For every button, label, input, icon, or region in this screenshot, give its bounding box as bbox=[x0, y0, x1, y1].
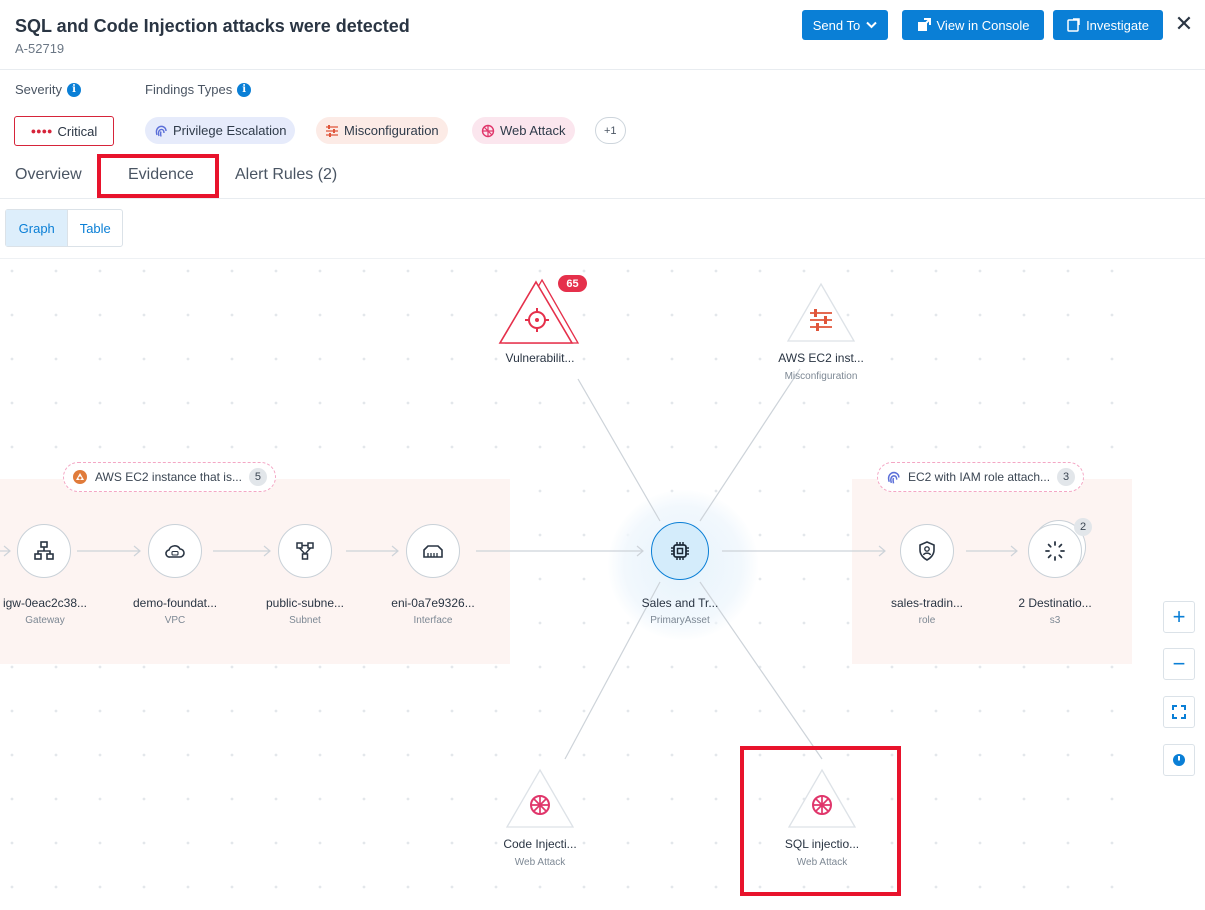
table-view-button[interactable]: Table bbox=[67, 210, 122, 246]
reset-icon bbox=[1173, 754, 1185, 766]
fullscreen-icon bbox=[1172, 705, 1186, 719]
node-sql-injection[interactable] bbox=[786, 767, 858, 831]
cpu-chip-icon bbox=[671, 542, 689, 560]
finding-chip-label: Misconfiguration bbox=[344, 123, 439, 138]
chevron-down-icon bbox=[866, 21, 877, 29]
zoom-in-button[interactable]: + bbox=[1163, 601, 1195, 633]
info-icon[interactable]: i bbox=[66, 82, 81, 97]
group-chip-iam-role[interactable]: EC2 with IAM role attach... 3 bbox=[877, 462, 1085, 492]
graph-view-button[interactable]: Graph bbox=[6, 210, 68, 246]
investigate-label: Investigate bbox=[1086, 17, 1149, 33]
node-role[interactable] bbox=[900, 524, 954, 578]
tab-evidence[interactable]: Evidence bbox=[128, 166, 194, 184]
node-label: 2 Destinatio... bbox=[1018, 596, 1092, 610]
node-primary-asset[interactable] bbox=[651, 522, 709, 580]
tabs-divider bbox=[0, 198, 1205, 199]
severity-value: Critical bbox=[57, 123, 98, 139]
view-in-console-label: View in Console bbox=[936, 17, 1030, 33]
view-toggle: Graph Table bbox=[5, 209, 123, 247]
node-label: SQL injectio... bbox=[784, 837, 860, 851]
node-label: Sales and Tr... bbox=[641, 596, 719, 610]
node-type: PrimaryAsset bbox=[650, 615, 710, 626]
severity-dots-icon: ●●●● bbox=[30, 126, 53, 136]
group-chip-ec2-instance[interactable]: AWS EC2 instance that is... 5 bbox=[63, 462, 276, 492]
finding-chip-label: Privilege Escalation bbox=[173, 123, 287, 138]
alert-title: SQL and Code Injection attacks were dete… bbox=[15, 16, 410, 36]
evidence-graph[interactable]: AWS EC2 instance that is... 5 EC2 with I… bbox=[0, 259, 1150, 910]
node-type: Subnet bbox=[289, 615, 321, 626]
bug-globe-icon bbox=[481, 124, 495, 137]
node-type: Misconfiguration bbox=[784, 371, 858, 382]
finding-chip-privilege-escalation[interactable]: Privilege Escalation bbox=[145, 117, 296, 144]
node-misconfiguration[interactable] bbox=[785, 281, 857, 345]
severity-label-row: Severity i bbox=[15, 82, 81, 97]
severity-label: Severity bbox=[15, 82, 62, 97]
node-type: VPC bbox=[164, 615, 186, 626]
shield-user-icon bbox=[919, 541, 935, 561]
investigate-icon bbox=[1067, 18, 1080, 32]
node-type: role bbox=[918, 615, 936, 626]
close-icon[interactable]: ✕ bbox=[1173, 11, 1195, 36]
view-in-console-button[interactable]: View in Console bbox=[902, 10, 1044, 40]
network-gateway-icon bbox=[34, 541, 54, 560]
severity-badge: ●●●● Critical bbox=[14, 116, 114, 146]
cloud-vpc-icon bbox=[165, 545, 185, 558]
findings-types-label: Findings Types bbox=[145, 82, 233, 97]
node-type: Web Attack bbox=[796, 857, 848, 868]
node-gateway[interactable] bbox=[17, 524, 71, 578]
fingerprint-icon bbox=[887, 471, 900, 484]
fingerprint-icon bbox=[155, 125, 167, 137]
network-interface-icon bbox=[423, 545, 443, 558]
fit-to-screen-button[interactable] bbox=[1163, 696, 1195, 728]
info-icon[interactable]: i bbox=[237, 82, 252, 97]
alert-header: SQL and Code Injection attacks were dete… bbox=[0, 0, 1205, 70]
send-to-button[interactable]: Send To bbox=[802, 10, 888, 40]
investigate-button[interactable]: Investigate bbox=[1053, 10, 1163, 40]
node-count-badge: 2 bbox=[1074, 518, 1092, 536]
node-label: demo-foundat... bbox=[132, 596, 218, 610]
vulnerability-count-badge: 65 bbox=[558, 275, 587, 292]
more-findings-chip[interactable]: +1 bbox=[595, 117, 626, 144]
node-label: Vulnerabilit... bbox=[505, 351, 575, 365]
node-label: eni-0a7e9326... bbox=[391, 596, 475, 610]
zoom-out-button[interactable]: − bbox=[1163, 648, 1195, 680]
group-chip-label: AWS EC2 instance that is... bbox=[95, 470, 242, 484]
node-vpc[interactable] bbox=[148, 524, 202, 578]
findings-types-label-row: Findings Types i bbox=[145, 82, 252, 97]
node-code-injection[interactable] bbox=[504, 767, 576, 831]
group-chip-label: EC2 with IAM role attach... bbox=[908, 470, 1051, 484]
node-interface[interactable] bbox=[406, 524, 460, 578]
node-destinations[interactable] bbox=[1028, 524, 1082, 578]
node-label: sales-tradin... bbox=[890, 596, 964, 610]
alert-id: A-52719 bbox=[15, 41, 65, 56]
sliders-icon bbox=[326, 124, 338, 137]
node-label: Code Injecti... bbox=[503, 837, 577, 851]
send-to-label: Send To bbox=[812, 17, 861, 33]
node-label: AWS EC2 inst... bbox=[778, 351, 864, 365]
node-label: public-subne... bbox=[265, 596, 345, 610]
subnet-icon bbox=[296, 542, 314, 560]
reset-view-button[interactable] bbox=[1163, 744, 1195, 776]
exposure-icon bbox=[73, 470, 87, 484]
finding-chip-web-attack[interactable]: Web Attack bbox=[472, 117, 575, 144]
group-count-badge: 5 bbox=[248, 468, 267, 486]
external-link-icon bbox=[917, 18, 931, 31]
loading-spinner-icon bbox=[1045, 541, 1065, 561]
node-subnet[interactable] bbox=[278, 524, 332, 578]
group-count-badge: 3 bbox=[1057, 468, 1076, 486]
node-label: igw-0eac2c38... bbox=[2, 596, 88, 610]
node-type: Gateway bbox=[25, 615, 65, 626]
node-type: s3 bbox=[1049, 615, 1061, 626]
node-type: Interface bbox=[413, 615, 453, 626]
finding-chip-misconfiguration[interactable]: Misconfiguration bbox=[316, 117, 448, 144]
finding-chip-label: Web Attack bbox=[500, 123, 566, 138]
tab-alert-rules[interactable]: Alert Rules (2) bbox=[235, 166, 337, 184]
node-type: Web Attack bbox=[514, 857, 566, 868]
tab-overview[interactable]: Overview bbox=[15, 166, 82, 184]
